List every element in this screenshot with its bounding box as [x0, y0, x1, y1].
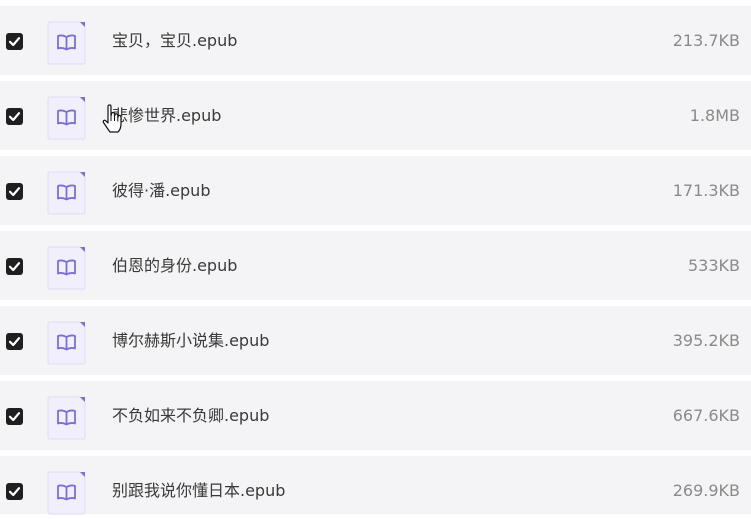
row-checkbox[interactable] [6, 333, 23, 350]
file-name: 博尔赫斯小说集.epub [112, 331, 270, 350]
checkmark-icon [8, 187, 21, 197]
book-file-icon [47, 471, 86, 515]
book-file-icon [47, 246, 86, 290]
file-size: 1.8MB [689, 106, 740, 125]
book-file-icon [47, 171, 86, 215]
file-size: 171.3KB [672, 181, 740, 200]
file-row[interactable]: 博尔赫斯小说集.epub 395.2KB [0, 306, 751, 375]
file-name: 彼得·潘.epub [112, 181, 211, 200]
file-row[interactable]: 别跟我说你懂日本.epub 269.9KB [0, 456, 751, 515]
file-name: 不负如来不负卿.epub [112, 406, 270, 425]
file-row[interactable]: 彼得·潘.epub 171.3KB [0, 156, 751, 225]
file-name: 伯恩的身份.epub [112, 256, 238, 275]
row-checkbox[interactable] [6, 483, 23, 500]
checkmark-icon [8, 412, 21, 422]
file-name: 宝贝，宝贝.epub [112, 31, 238, 50]
file-row[interactable]: 不负如来不负卿.epub 667.6KB [0, 381, 751, 450]
file-size: 667.6KB [672, 406, 740, 425]
file-size: 213.7KB [672, 31, 740, 50]
file-list: 宝贝，宝贝.epub 213.7KB 悲惨世界.epub 1.8MB 彼得·潘.… [0, 0, 751, 515]
row-checkbox[interactable] [6, 33, 23, 50]
file-row[interactable]: 悲惨世界.epub 1.8MB [0, 81, 751, 150]
file-row[interactable]: 宝贝，宝贝.epub 213.7KB [0, 6, 751, 75]
checkmark-icon [8, 487, 21, 497]
row-checkbox[interactable] [6, 183, 23, 200]
book-file-icon [47, 21, 86, 65]
file-size: 269.9KB [672, 481, 740, 500]
checkmark-icon [8, 262, 21, 272]
row-checkbox[interactable] [6, 108, 23, 125]
file-row[interactable]: 伯恩的身份.epub 533KB [0, 231, 751, 300]
checkmark-icon [8, 112, 21, 122]
file-name: 悲惨世界.epub [112, 106, 222, 125]
book-file-icon [47, 321, 86, 365]
file-size: 533KB [687, 256, 740, 275]
book-file-icon [47, 96, 86, 140]
checkmark-icon [8, 337, 21, 347]
file-size: 395.2KB [672, 331, 740, 350]
row-checkbox[interactable] [6, 258, 23, 275]
checkmark-icon [8, 37, 21, 47]
file-name: 别跟我说你懂日本.epub [112, 481, 286, 500]
book-file-icon [47, 396, 86, 440]
row-checkbox[interactable] [6, 408, 23, 425]
